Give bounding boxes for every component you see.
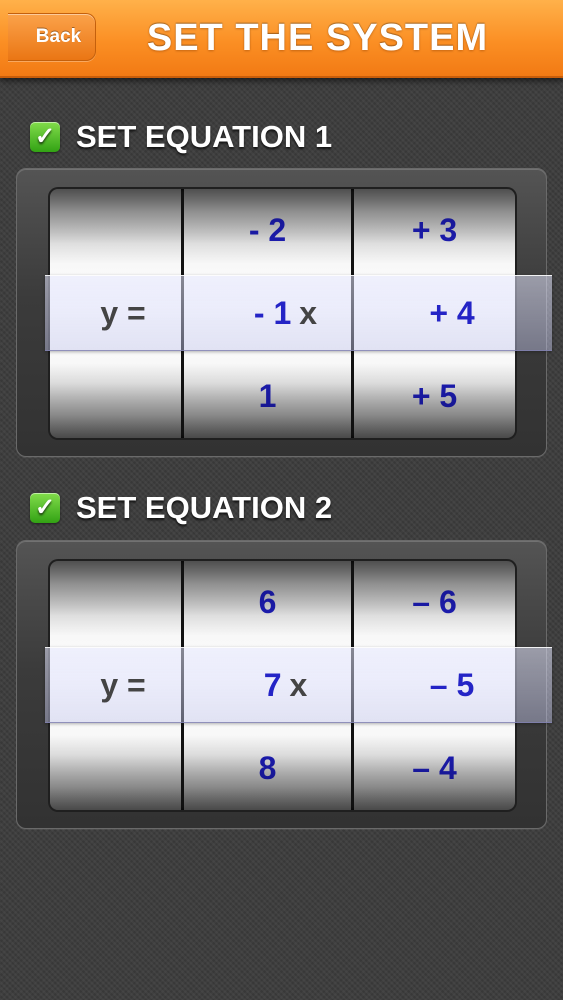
page-title: SET THE SYSTEM xyxy=(146,16,489,59)
equation-2-slope-wheel[interactable]: 6 8 xyxy=(184,561,351,810)
equation-2-label: SET EQUATION 2 xyxy=(76,490,333,525)
back-button-label: Back xyxy=(35,26,82,47)
nav-bar: Back SET THE SYSTEM xyxy=(0,0,563,78)
equation-1-prefix-wheel xyxy=(50,189,181,438)
equation-2-picker-wheels: 6 8 – 6 – 4 xyxy=(50,561,515,810)
picker-option[interactable]: - 2 xyxy=(184,189,351,272)
equation-1-label: SET EQUATION 1 xyxy=(76,119,333,154)
equation-1-slope-wheel[interactable]: - 2 1 xyxy=(184,189,351,438)
equation-1-intercept-wheel[interactable]: + 3 + 5 xyxy=(354,189,515,438)
picker-option[interactable]: 1 xyxy=(184,355,351,438)
equation-2-intercept-wheel[interactable]: – 6 – 4 xyxy=(354,561,515,810)
check-icon[interactable]: ✓ xyxy=(30,493,60,523)
equation-1-header: ✓ SET EQUATION 1 xyxy=(30,117,332,157)
picker-option[interactable]: 8 xyxy=(184,727,351,810)
back-button[interactable]: Back xyxy=(8,13,96,61)
picker-option[interactable]: 6 xyxy=(184,561,351,644)
picker-option[interactable]: + 5 xyxy=(354,355,515,438)
equation-1-picker: - 2 1 + 3 + 5 y = - 1x + 4 xyxy=(16,168,552,457)
check-icon[interactable]: ✓ xyxy=(30,122,60,152)
equation-2-picker: 6 8 – 6 – 4 y = 7x – 5 xyxy=(16,540,552,829)
equation-2-prefix-wheel xyxy=(50,561,181,810)
picker-option[interactable]: – 4 xyxy=(354,727,515,810)
picker-option[interactable]: + 3 xyxy=(354,189,515,272)
picker-option[interactable]: – 6 xyxy=(354,561,515,644)
equation-2-header: ✓ SET EQUATION 2 xyxy=(30,488,332,528)
equation-1-picker-wheels: - 2 1 + 3 + 5 xyxy=(50,189,515,438)
